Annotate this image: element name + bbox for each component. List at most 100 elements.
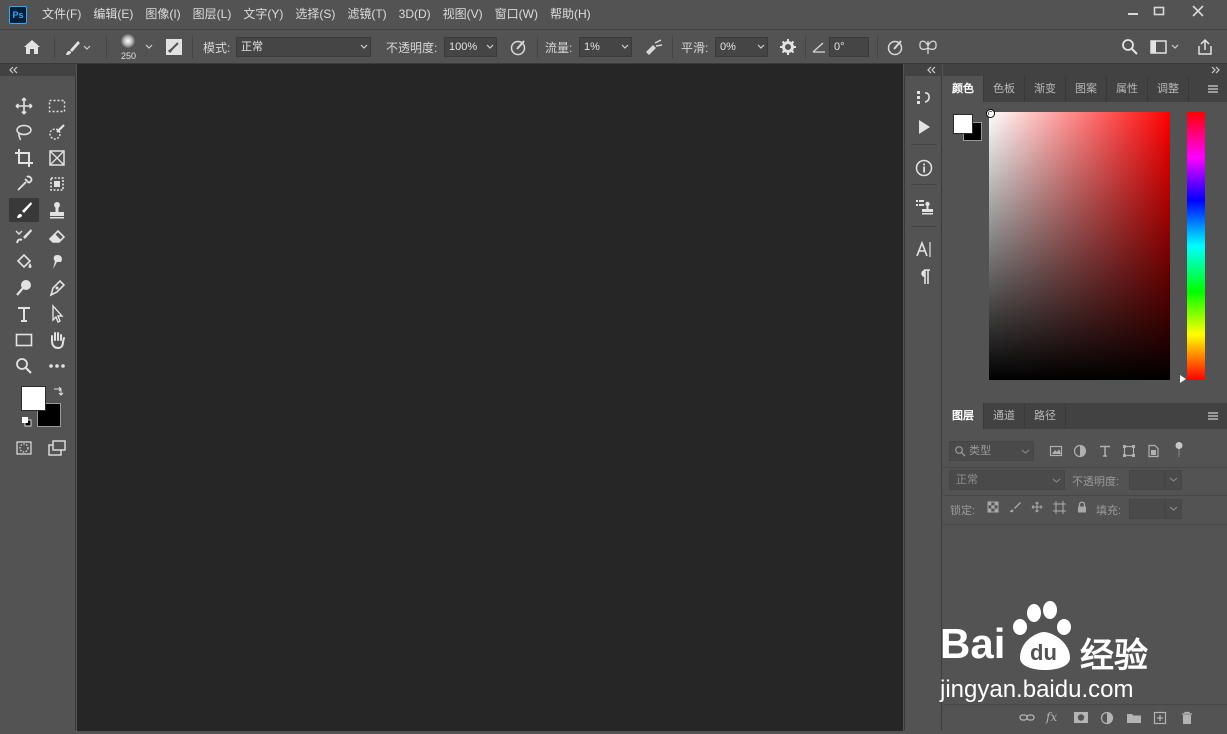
menu-filter[interactable]: 滤镜(T) [341, 0, 392, 29]
add-mask-button[interactable] [1073, 711, 1089, 725]
symmetry-button[interactable] [917, 37, 939, 57]
frame-tool[interactable] [42, 146, 72, 170]
menu-select[interactable]: 选择(S) [289, 0, 341, 29]
layer-opacity-caret[interactable] [1165, 470, 1182, 490]
swap-colors-button[interactable] [52, 385, 64, 397]
document-canvas-area[interactable] [77, 64, 903, 731]
move-tool[interactable] [9, 94, 39, 118]
quick-mask-button[interactable] [9, 436, 39, 460]
angle-input[interactable]: 0° [829, 37, 869, 57]
info-panel-button[interactable] [914, 158, 934, 178]
clone-source-panel-button[interactable] [914, 197, 934, 217]
eraser-tool[interactable] [42, 224, 72, 248]
filter-smart-object-button[interactable] [1146, 444, 1160, 458]
lock-artboard-button[interactable] [1053, 501, 1066, 514]
tab-patterns[interactable]: 图案 [1066, 76, 1107, 102]
layer-opacity-input[interactable] [1129, 470, 1165, 490]
rectangle-tool[interactable] [9, 328, 39, 352]
blend-mode-select[interactable]: 正常 [949, 470, 1065, 490]
eyedropper-tool[interactable] [9, 172, 39, 196]
color-panel-menu-button[interactable] [1207, 84, 1219, 94]
edit-toolbar-button[interactable] [42, 354, 72, 378]
tab-adjustments[interactable]: 调整 [1148, 76, 1189, 102]
tab-layers[interactable]: 图层 [943, 403, 984, 429]
filter-type-button[interactable] [1098, 444, 1112, 458]
character-panel-button[interactable] [914, 239, 934, 259]
search-button[interactable] [1120, 37, 1140, 57]
share-button[interactable] [1195, 37, 1215, 57]
hue-slider[interactable] [1187, 112, 1205, 380]
foreground-color-swatch[interactable] [21, 386, 46, 411]
hand-tool[interactable] [42, 328, 72, 352]
crop-tool[interactable] [9, 146, 39, 170]
smoothing-caret[interactable] [754, 37, 768, 57]
menu-3d[interactable]: 3D(D) [393, 0, 437, 29]
menu-image[interactable]: 图像(I) [139, 0, 186, 29]
smoothing-options-button[interactable] [778, 37, 800, 57]
default-colors-button[interactable] [21, 416, 32, 427]
delete-layer-button[interactable] [1180, 711, 1194, 725]
quick-selection-tool[interactable] [42, 120, 72, 144]
fill-input[interactable] [1129, 499, 1165, 519]
menu-window[interactable]: 窗口(W) [489, 0, 544, 29]
menu-view[interactable]: 视图(V) [437, 0, 489, 29]
brush-size-picker[interactable]: 250 [116, 31, 156, 63]
spot-healing-tool[interactable] [42, 172, 72, 196]
filter-shape-button[interactable] [1122, 444, 1136, 458]
screen-mode-button[interactable] [42, 436, 72, 460]
lasso-tool[interactable] [9, 120, 39, 144]
airbrush-toggle[interactable] [643, 37, 665, 57]
type-tool[interactable] [9, 302, 39, 326]
filter-toggle-switch[interactable] [1174, 441, 1184, 459]
pen-tool[interactable] [42, 276, 72, 300]
smoothing-input[interactable]: 0% [715, 37, 755, 57]
brush-tool[interactable] [9, 198, 39, 222]
menu-help[interactable]: 帮助(H) [544, 0, 597, 29]
path-selection-tool[interactable] [42, 302, 72, 326]
zoom-tool[interactable] [9, 354, 39, 378]
history-panel-button[interactable] [914, 88, 934, 108]
tab-channels[interactable]: 通道 [984, 403, 1025, 429]
dodge-tool[interactable] [9, 276, 39, 300]
lock-pixels-button[interactable] [1009, 501, 1021, 513]
lock-all-button[interactable] [1076, 501, 1088, 513]
opacity-input[interactable]: 100% [444, 37, 484, 57]
lock-position-button[interactable] [1031, 501, 1043, 513]
strip-collapse-bar[interactable] [904, 64, 942, 76]
menu-file[interactable]: 文件(F) [36, 0, 87, 29]
menu-type[interactable]: 文字(Y) [237, 0, 289, 29]
actions-panel-button[interactable] [914, 117, 934, 137]
tab-color[interactable]: 颜色 [943, 76, 984, 102]
saturation-brightness-field[interactable] [989, 112, 1170, 380]
flow-input[interactable]: 1% [579, 37, 619, 57]
color-picker-cursor[interactable] [987, 110, 994, 117]
maximize-button[interactable] [1142, 0, 1176, 22]
new-group-button[interactable] [1126, 711, 1142, 725]
panel-foreground-swatch[interactable] [953, 114, 973, 134]
toolbar-collapse-bar[interactable] [0, 64, 76, 76]
pressure-opacity-toggle[interactable] [508, 37, 528, 57]
hue-slider-handle[interactable] [1180, 375, 1186, 383]
mode-select-caret[interactable] [357, 37, 371, 57]
home-button[interactable] [20, 37, 44, 57]
tab-paths[interactable]: 路径 [1025, 403, 1066, 429]
tab-gradients[interactable]: 渐变 [1025, 76, 1066, 102]
smudge-tool[interactable] [42, 250, 72, 274]
filter-pixel-button[interactable] [1049, 444, 1063, 458]
filter-adjustment-button[interactable] [1073, 444, 1087, 458]
brush-settings-toggle[interactable] [164, 37, 184, 57]
workspace-switcher[interactable] [1148, 37, 1188, 57]
tab-properties[interactable]: 属性 [1107, 76, 1148, 102]
pressure-size-toggle[interactable] [885, 37, 905, 57]
tool-preset-picker[interactable] [62, 38, 102, 58]
layer-filter-select[interactable]: 类型 [949, 441, 1034, 461]
lock-transparency-button[interactable] [987, 501, 999, 513]
opacity-caret[interactable] [483, 37, 497, 57]
rectangular-marquee-tool[interactable] [42, 94, 72, 118]
fill-caret[interactable] [1165, 499, 1182, 519]
fx-icon[interactable]: fx [1046, 710, 1062, 726]
layers-panel-menu-button[interactable] [1207, 411, 1219, 421]
menu-edit[interactable]: 编辑(E) [87, 0, 139, 29]
new-adjustment-layer-button[interactable] [1100, 711, 1114, 725]
menu-layer[interactable]: 图层(L) [187, 0, 238, 29]
